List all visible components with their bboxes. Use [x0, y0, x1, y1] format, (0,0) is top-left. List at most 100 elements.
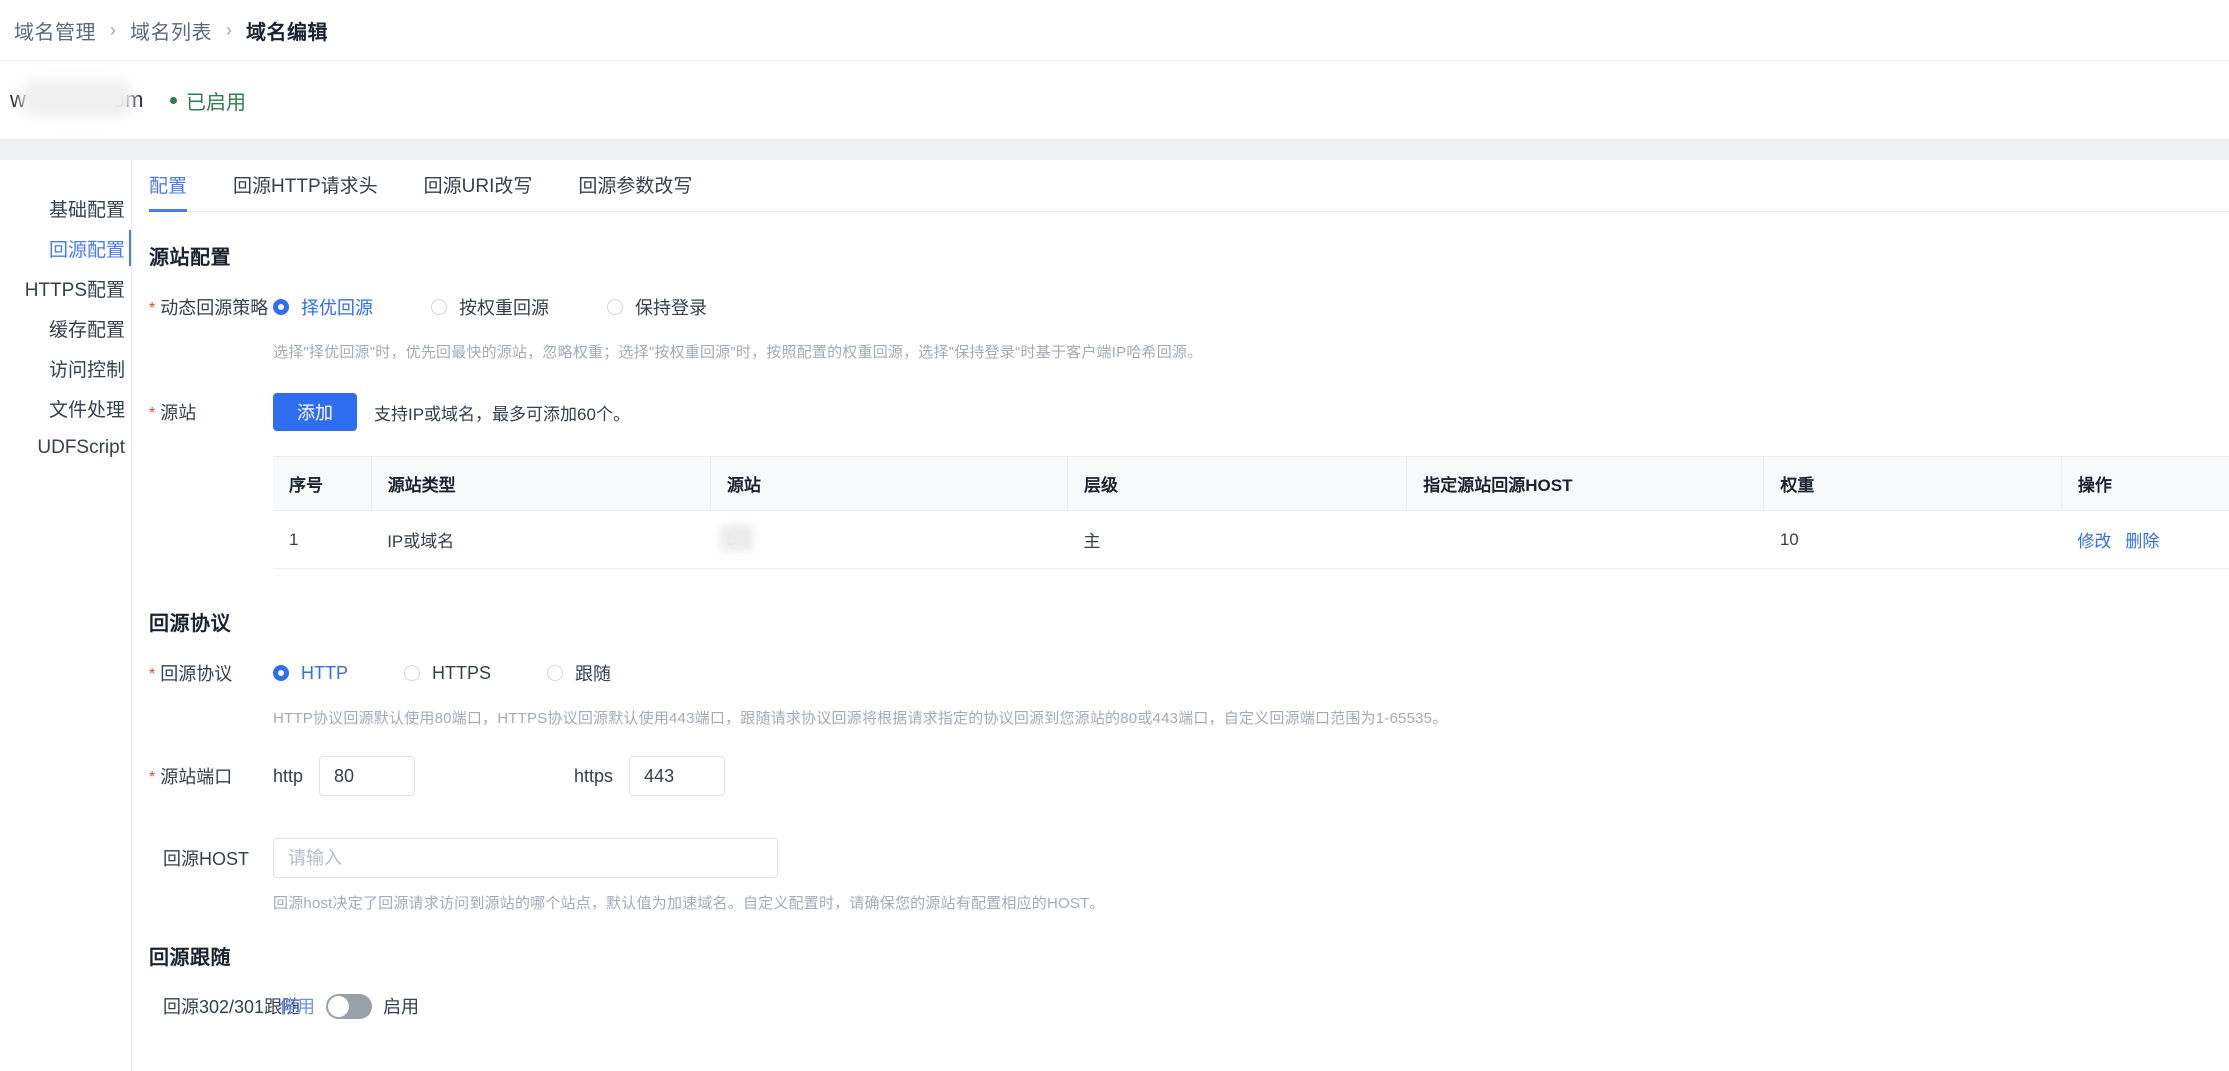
section-title-origin-follow: 回源跟随	[149, 947, 231, 969]
radio-group-origin-protocol: HTTP HTTPS 跟随	[273, 660, 669, 686]
field-row-follow-302-301: 回源302/301跟随 停用 启用	[149, 992, 2229, 1020]
sidebar-item-https-config[interactable]: HTTPS配置	[0, 268, 131, 308]
breadcrumb-item-domain-edit: 域名编辑	[246, 21, 328, 44]
sidebar-item-origin-config[interactable]: 回源配置	[0, 228, 132, 268]
label-origin-protocol: * 回源协议	[149, 660, 273, 686]
table-header-row: 序号 源站类型 源站 层级 指定源站回源HOST 权重 操作	[273, 456, 2229, 511]
status-badge: 已启用	[169, 86, 246, 115]
section-gap	[0, 139, 2229, 160]
radio-label: 按权重回源	[459, 298, 549, 318]
col-header-index: 序号	[273, 456, 372, 511]
required-marker-icon: *	[149, 300, 156, 317]
radio-label: 保持登录	[635, 298, 707, 318]
label-dynamic-origin-policy: * 动态回源策略	[149, 294, 273, 320]
origin-table-body: 1 IP或域名 5 主 10 修改删除	[273, 510, 2229, 569]
required-marker-icon: *	[149, 769, 156, 786]
breadcrumb-item-domain-list[interactable]: 域名列表	[130, 16, 212, 45]
radio-label: 跟随	[575, 664, 612, 684]
http-port-input[interactable]	[319, 756, 416, 796]
follow-302-301-toggle[interactable]	[326, 993, 372, 1019]
tab-origin-param-rewrite[interactable]: 回源参数改写	[578, 171, 692, 211]
radio-dot-icon	[547, 665, 564, 681]
sidebar-item-label: 回源配置	[48, 239, 125, 261]
tab-origin-http-headers[interactable]: 回源HTTP请求头	[233, 171, 378, 211]
sidebar-item-access-control[interactable]: 访问控制	[0, 348, 131, 388]
cell-index: 1	[273, 510, 372, 569]
col-header-origin-host: 指定源站回源HOST	[1406, 456, 1764, 511]
radio-option-https[interactable]: HTTPS	[404, 663, 491, 684]
required-marker-icon: *	[149, 405, 156, 422]
sidebar-item-label: 文件处理	[48, 399, 125, 421]
follow-toggle-control: 停用 启用	[268, 993, 430, 1019]
settings-sidebar: 基础配置 回源配置 HTTPS配置 缓存配置 访问控制 文件处理 UDFScri…	[0, 160, 132, 1071]
toggle-knob	[328, 995, 349, 1017]
radio-group-dynamic-origin-policy: 择优回源 按权重回源 保持登录	[273, 294, 765, 320]
https-port-input[interactable]	[629, 756, 726, 796]
label-origin-host: 回源HOST	[149, 845, 273, 871]
field-row-origin: * 源站 添加 支持IP或域名，最多可添加60个。	[149, 393, 2229, 431]
origin-table: 序号 源站类型 源站 层级 指定源站回源HOST 权重 操作 1 IP或域名 主…	[273, 456, 2229, 569]
origin-value-redacted: 5	[721, 524, 760, 551]
cell-origin: 5	[710, 510, 1068, 569]
radio-option-keep-session[interactable]: 保持登录	[607, 294, 707, 320]
required-marker-icon: *	[149, 666, 156, 683]
sidebar-item-cache-config[interactable]: 缓存配置	[0, 308, 131, 348]
label-text: 回源协议	[160, 664, 233, 684]
col-header-actions: 操作	[2060, 456, 2229, 511]
edit-origin-link[interactable]: 修改	[2077, 532, 2111, 551]
cell-origin-type: IP或域名	[371, 510, 711, 569]
sidebar-item-label: HTTPS配置	[24, 279, 125, 301]
status-label: 已启用	[185, 91, 246, 114]
sidebar-item-basic-config[interactable]: 基础配置	[0, 188, 131, 228]
cell-weight: 10	[1763, 510, 2062, 569]
breadcrumb-separator-icon: ›	[226, 19, 232, 40]
domain-header: wom 已启用	[0, 61, 2229, 139]
redaction-overlay	[20, 79, 134, 117]
label-follow-302-301: 回源302/301跟随	[149, 993, 300, 1019]
section-title-origin-protocol: 回源协议	[149, 613, 231, 635]
radio-option-weighted-origin[interactable]: 按权重回源	[431, 294, 549, 320]
origin-table-wrapper: 序号 源站类型 源站 层级 指定源站回源HOST 权重 操作 1 IP或域名 主…	[273, 456, 2229, 569]
field-row-origin-protocol: * 回源协议 HTTP HTTPS 跟随	[149, 659, 2229, 687]
add-origin-button[interactable]: 添加	[273, 393, 357, 431]
radio-label: 择优回源	[301, 298, 373, 318]
sidebar-item-file-processing[interactable]: 文件处理	[0, 388, 131, 428]
https-port-label: https	[574, 765, 614, 786]
radio-label: HTTP	[301, 662, 348, 683]
tab-origin-uri-rewrite[interactable]: 回源URI改写	[424, 171, 533, 211]
label-origin-ports: * 源站端口	[149, 763, 273, 789]
radio-dot-icon	[607, 299, 623, 315]
hint-origin-host: 回源host决定了回源请求访问到源站的哪个站点，默认值为加速域名。自定义配置时，…	[273, 895, 1105, 912]
sidebar-item-label: UDFScript	[37, 437, 125, 458]
radio-option-follow[interactable]: 跟随	[547, 660, 611, 686]
radio-option-http[interactable]: HTTP	[273, 663, 348, 684]
origin-host-input[interactable]	[273, 838, 778, 878]
radio-option-best-origin[interactable]: 择优回源	[273, 294, 373, 320]
origin-table-head: 序号 源站类型 源站 层级 指定源站回源HOST 权重 操作	[273, 456, 2229, 511]
radio-dot-icon	[273, 299, 289, 315]
breadcrumb-separator-icon: ›	[110, 19, 116, 40]
tab-config[interactable]: 配置	[149, 171, 188, 212]
radio-label: HTTPS	[432, 662, 492, 683]
breadcrumb: 域名管理 › 域名列表 › 域名编辑	[0, 0, 2229, 61]
label-text: 源站	[160, 403, 197, 423]
col-header-level: 层级	[1067, 456, 1407, 511]
cell-actions: 修改 删除	[2061, 510, 2229, 569]
breadcrumb-item-domain-management[interactable]: 域名管理	[14, 16, 96, 45]
field-row-origin-host: 回源HOST	[149, 838, 2229, 878]
table-row: 1 IP或域名 5 主 10 修改删除	[273, 510, 2229, 569]
http-port-label: http	[273, 765, 304, 786]
tab-label: 回源URI改写	[423, 176, 533, 197]
delete-origin-link[interactable]: 删除	[2125, 532, 2159, 551]
origin-add-controls: 添加 支持IP或域名，最多可添加60个。	[273, 393, 630, 431]
col-header-origin-type: 源站类型	[370, 456, 711, 511]
sidebar-item-label: 缓存配置	[48, 319, 125, 341]
field-row-dynamic-origin-policy: * 动态回源策略 择优回源 按权重回源 保持登录	[149, 293, 2229, 321]
tab-label: 回源参数改写	[578, 176, 693, 197]
settings-content: 配置 回源HTTP请求头 回源URI改写 回源参数改写 源站配置 * 动态回源策…	[131, 160, 2229, 1071]
origin-host-control	[273, 838, 778, 878]
col-header-origin: 源站	[709, 456, 1068, 511]
radio-dot-icon	[431, 299, 447, 315]
tab-label: 配置	[149, 176, 188, 197]
sidebar-item-udfscript[interactable]: UDFScript	[0, 428, 131, 468]
